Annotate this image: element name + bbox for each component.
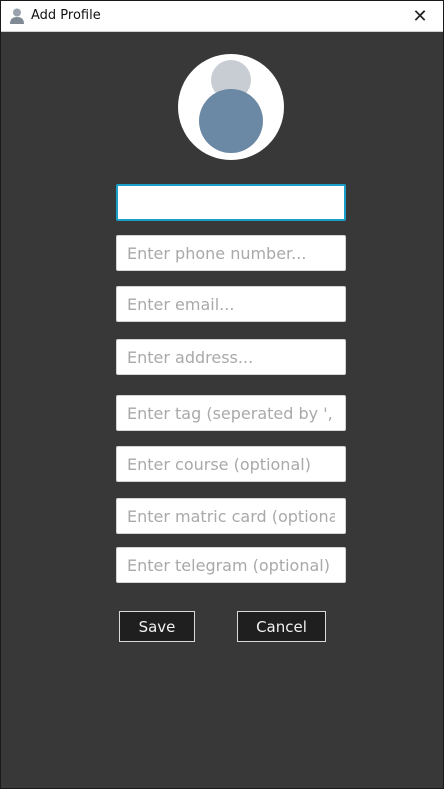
course-input[interactable] bbox=[116, 446, 346, 482]
name-input[interactable] bbox=[116, 184, 346, 221]
matric-card-input[interactable] bbox=[116, 498, 346, 534]
profile-avatar[interactable] bbox=[178, 54, 284, 160]
email-input[interactable] bbox=[116, 286, 346, 322]
save-button[interactable]: Save bbox=[119, 611, 195, 642]
cancel-button-label: Cancel bbox=[256, 617, 307, 636]
close-icon: ✕ bbox=[412, 5, 428, 27]
title-bar[interactable]: Add Profile ✕ bbox=[1, 1, 443, 32]
address-input[interactable] bbox=[116, 339, 346, 375]
cancel-button[interactable]: Cancel bbox=[237, 611, 326, 642]
person-avatar-icon bbox=[199, 60, 263, 153]
user-icon bbox=[9, 7, 25, 25]
tag-input[interactable] bbox=[116, 395, 346, 431]
close-button[interactable]: ✕ bbox=[397, 1, 443, 31]
window-title: Add Profile bbox=[31, 8, 101, 23]
telegram-input[interactable] bbox=[116, 547, 346, 583]
add-profile-window: Add Profile ✕ Save Cancel bbox=[0, 0, 444, 789]
phone-input[interactable] bbox=[116, 235, 346, 271]
save-button-label: Save bbox=[138, 617, 176, 636]
